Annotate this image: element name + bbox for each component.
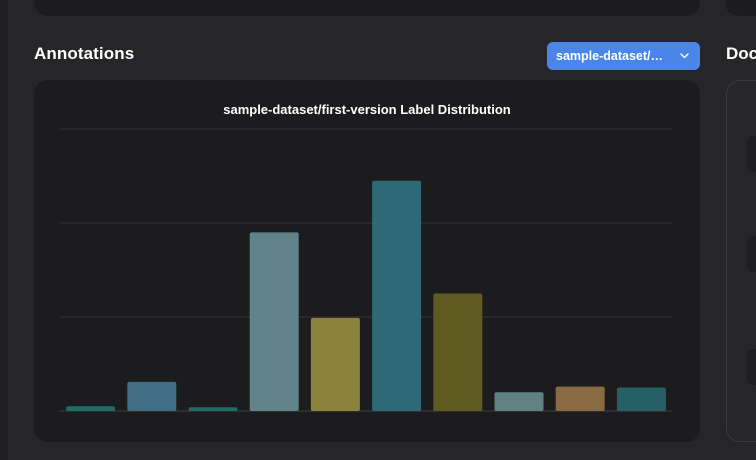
chart-bar[interactable] (433, 293, 483, 412)
chart-bar[interactable] (494, 392, 544, 411)
label-distribution-chart: sample-dataset/first-version Label Distr… (34, 80, 700, 442)
chevron-down-icon (680, 53, 689, 59)
docs-item[interactable] (747, 349, 756, 385)
chart-bar[interactable] (127, 381, 177, 411)
dataset-select-value: sample-dataset/… (556, 49, 663, 63)
docs-card (726, 80, 756, 442)
chart-bar[interactable] (188, 407, 238, 411)
chart-bar[interactable] (555, 386, 605, 411)
docs-item[interactable] (747, 136, 756, 172)
previous-card (34, 0, 700, 16)
docs-item[interactable] (747, 236, 756, 272)
chart-bar[interactable] (66, 406, 116, 411)
annotations-title: Annotations (34, 44, 135, 63)
left-rail (0, 0, 8, 460)
dataset-select[interactable]: sample-dataset/… (547, 42, 700, 70)
chart-bar[interactable] (372, 180, 422, 411)
chart-plot (60, 128, 672, 412)
docs-title: Doc (726, 44, 756, 63)
chart-bar[interactable] (310, 317, 360, 411)
chart-bar[interactable] (249, 232, 299, 411)
previous-card-right (725, 0, 756, 16)
chart-bar[interactable] (616, 387, 666, 412)
